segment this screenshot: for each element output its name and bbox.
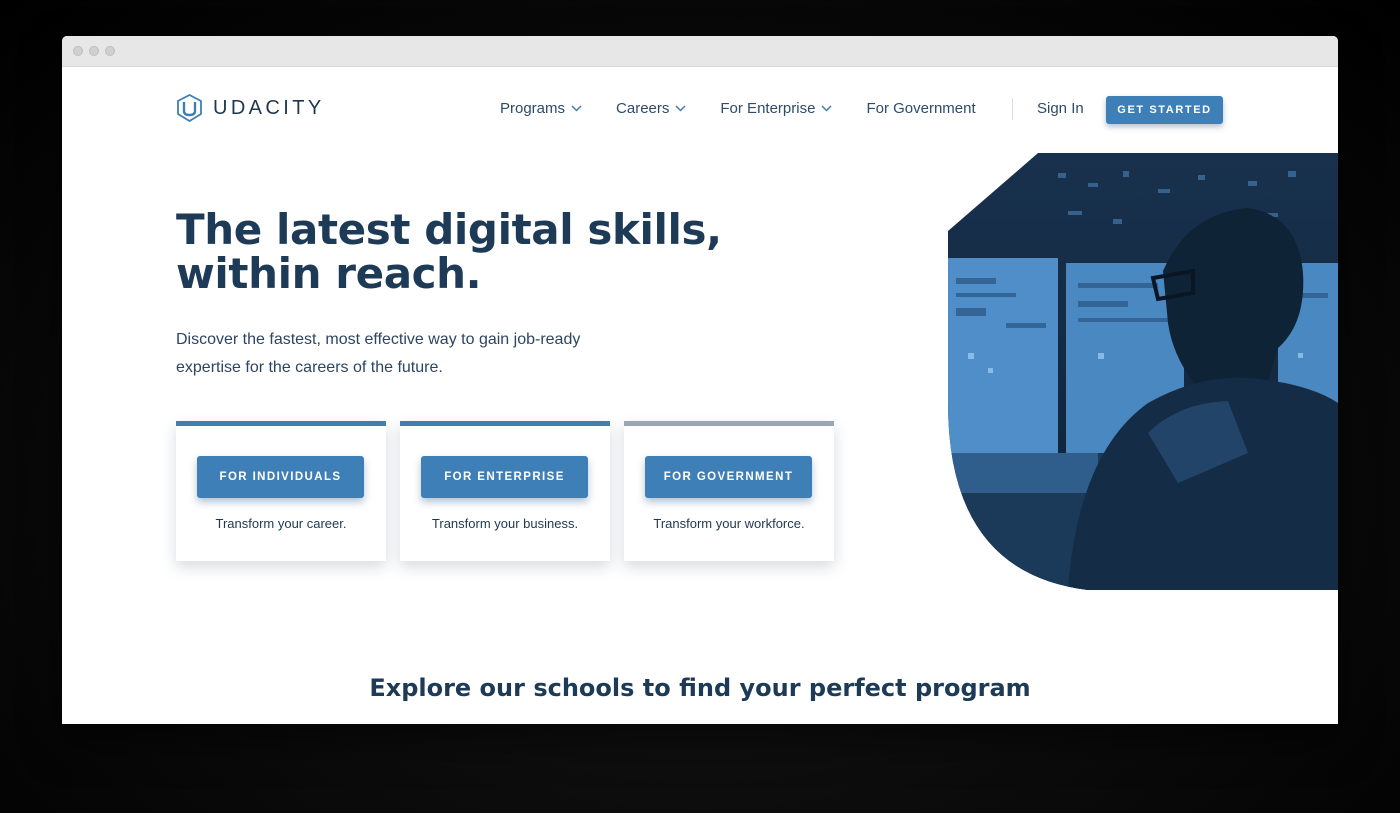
hero-subtitle-line: expertise for the careers of the future. [176, 359, 443, 376]
audience-cards: FOR INDIVIDUALS Transform your career. F… [176, 421, 834, 561]
nav-item-programs[interactable]: Programs [500, 100, 582, 117]
hero-subtitle: Discover the fastest, most effective way… [176, 326, 616, 382]
nav-item-label: Programs [500, 100, 566, 117]
card-caption: Transform your workforce. [653, 516, 805, 531]
hero-title-line: The latest digital skills, [176, 205, 722, 254]
main-nav: Programs Careers For Enterprise For Gove… [500, 100, 1010, 117]
window-close-dot[interactable] [73, 46, 83, 56]
window-minimize-dot[interactable] [89, 46, 99, 56]
sign-in-link[interactable]: Sign In [1037, 100, 1084, 117]
nav-item-label: Careers [616, 100, 670, 117]
card-individuals: FOR INDIVIDUALS Transform your career. [176, 421, 386, 561]
for-enterprise-button[interactable]: FOR ENTERPRISE [421, 456, 588, 498]
card-caption: Transform your business. [431, 516, 579, 531]
get-started-button[interactable]: GET STARTED [1106, 96, 1223, 124]
card-government: FOR GOVERNMENT Transform your workforce. [624, 421, 834, 561]
nav-item-for-government[interactable]: For Government [866, 100, 975, 117]
for-government-button[interactable]: FOR GOVERNMENT [645, 456, 812, 498]
brand-name: UDACITY [213, 96, 325, 119]
chevron-down-icon [571, 105, 582, 112]
for-individuals-button[interactable]: FOR INDIVIDUALS [197, 456, 364, 498]
screenshot-backdrop: UDACITY Programs Careers For Enterprise … [0, 0, 1400, 813]
nav-item-careers[interactable]: Careers [616, 100, 686, 117]
window-maximize-dot[interactable] [105, 46, 115, 56]
hero-image [948, 153, 1338, 590]
explore-schools-heading: Explore our schools to find your perfect… [369, 674, 1031, 702]
nav-item-label: For Government [866, 100, 976, 117]
window-titlebar [62, 36, 1338, 67]
card-caption: Transform your career. [215, 516, 347, 531]
chevron-down-icon [675, 105, 686, 112]
nav-divider [1012, 98, 1013, 120]
nav-item-for-enterprise[interactable]: For Enterprise [720, 100, 832, 117]
browser-window: UDACITY Programs Careers For Enterprise … [62, 36, 1338, 724]
nav-item-label: For Enterprise [720, 100, 816, 117]
hero-title-line: within reach. [176, 249, 482, 298]
site-logo[interactable]: UDACITY [176, 94, 325, 122]
hero-title: The latest digital skills, within reach. [176, 208, 736, 296]
hero-subtitle-line: Discover the fastest, most effective way… [176, 331, 581, 348]
card-enterprise: FOR ENTERPRISE Transform your business. [400, 421, 610, 561]
chevron-down-icon [821, 105, 832, 112]
udacity-logo-icon [177, 94, 202, 122]
